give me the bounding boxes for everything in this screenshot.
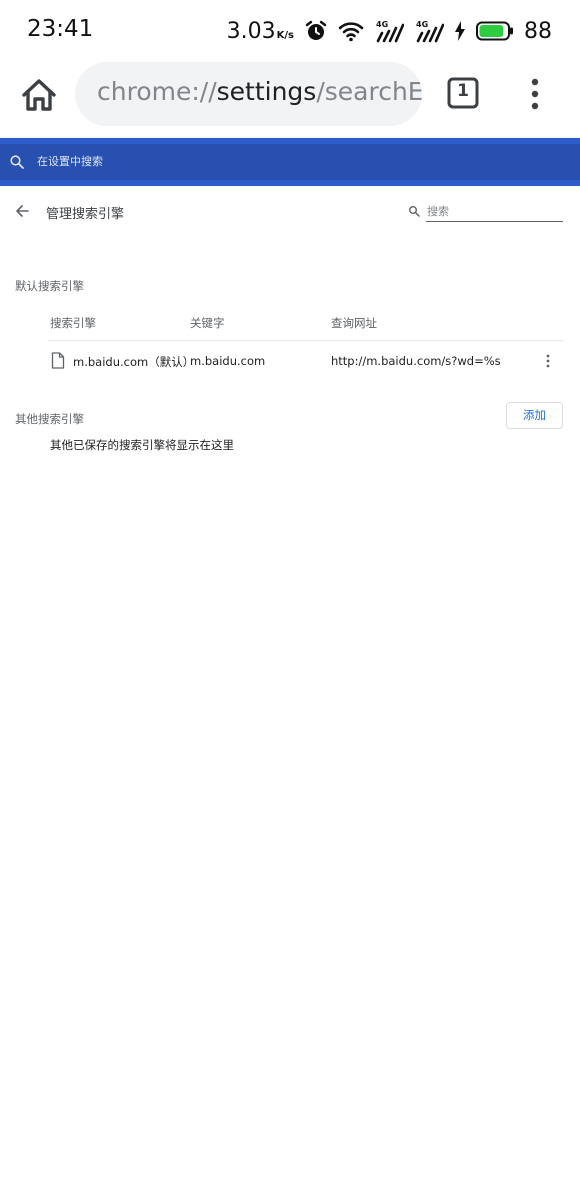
status-icons: 3.03K/s 4G 4G 88 <box>227 14 552 48</box>
search-icon <box>10 155 24 169</box>
column-header-url: 查询网址 <box>331 316 377 330</box>
tab-switcher-button[interactable]: 1 <box>447 77 479 109</box>
page-title: 管理搜索引擎 <box>46 207 125 222</box>
battery-level: 88 <box>524 18 552 44</box>
document-icon <box>51 352 65 369</box>
url-path: /searchEngines <box>316 77 422 106</box>
search-icon <box>409 206 420 217</box>
engine-keyword: m.baidu.com <box>190 354 266 368</box>
svg-text:4G: 4G <box>376 20 388 29</box>
more-vert-icon[interactable] <box>541 353 555 369</box>
default-engines-section-title: 默认搜索引擎 <box>15 279 84 293</box>
net-speed: 3.03K/s <box>227 19 294 44</box>
other-engines-section-title: 其他搜索引擎 <box>15 412 84 426</box>
more-vert-icon[interactable] <box>522 77 548 111</box>
empty-list-message: 其他已保存的搜索引擎将显示在这里 <box>50 438 234 452</box>
engine-query-url: http://m.baidu.com/s?wd=%s <box>331 354 501 368</box>
net-speed-value: 3.03 <box>226 18 276 44</box>
tab-count: 1 <box>457 81 469 101</box>
url-scheme: chrome:// <box>97 77 217 106</box>
svg-text:4G: 4G <box>416 20 428 29</box>
settings-header: 在设置中搜索 <box>0 138 580 186</box>
alarm-icon <box>305 20 327 40</box>
battery-icon <box>476 21 513 41</box>
net-speed-unit: K/s <box>276 29 294 41</box>
status-time: 23:41 <box>27 16 94 42</box>
column-header-engine: 搜索引擎 <box>50 316 96 330</box>
divider <box>48 340 564 341</box>
browser-toolbar: chrome://settings/searchEngines 1 <box>0 60 580 138</box>
signal-4g-icon: 4G <box>376 20 404 43</box>
engine-name: m.baidu.com（默认） <box>73 355 195 369</box>
column-header-keyword: 关键字 <box>190 316 225 330</box>
wifi-icon <box>338 22 364 42</box>
settings-search-placeholder: 在设置中搜索 <box>37 155 103 168</box>
url-host: settings <box>216 77 317 106</box>
address-bar[interactable]: chrome://settings/searchEngines <box>75 62 422 126</box>
status-bar: 23:41 3.03K/s 4G 4G 88 <box>0 0 580 60</box>
charging-icon <box>455 21 465 41</box>
add-search-engine-button[interactable]: 添加 <box>506 402 563 429</box>
home-icon[interactable] <box>18 74 60 116</box>
page-header: 管理搜索引擎 搜索 <box>0 186 580 236</box>
search-engines-search-input[interactable]: 搜索 <box>426 200 563 222</box>
search-placeholder: 搜索 <box>427 205 449 218</box>
signal-4g-icon: 4G <box>416 20 444 43</box>
settings-search-bar[interactable]: 在设置中搜索 <box>0 144 580 180</box>
url-text: chrome://settings/searchEngines <box>97 77 422 106</box>
back-arrow-icon[interactable] <box>14 203 30 219</box>
